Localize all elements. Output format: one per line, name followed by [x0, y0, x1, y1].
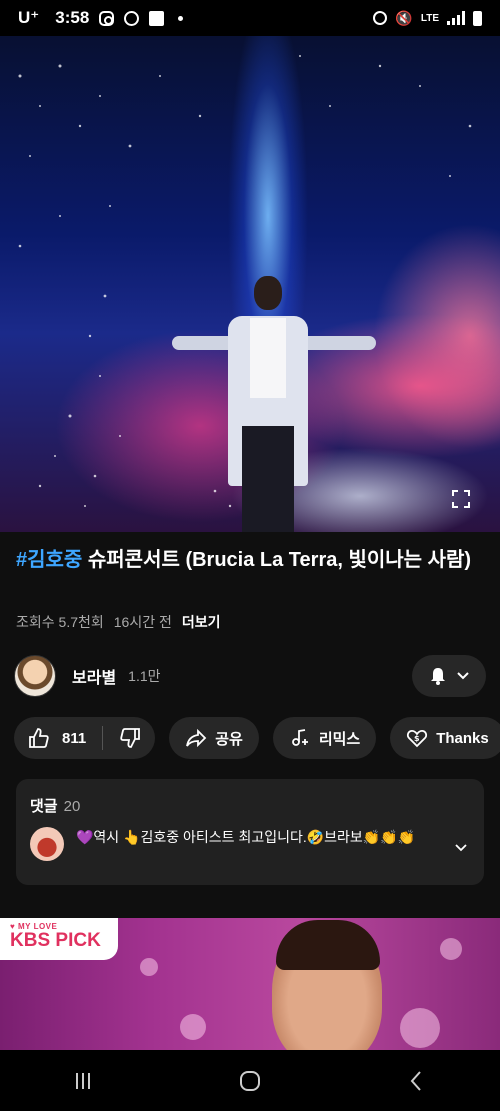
home-icon — [239, 1070, 260, 1091]
thanks-button[interactable]: $ Thanks — [390, 717, 500, 759]
action-row: 811 공유 리믹스 $ Thanks — [14, 717, 500, 759]
channel-name[interactable]: 보라별 — [72, 664, 116, 688]
recent-apps-button[interactable] — [63, 1061, 103, 1101]
remix-label: 리믹스 — [318, 730, 361, 748]
remix-icon — [291, 729, 308, 746]
fullscreen-icon — [452, 490, 470, 508]
remix-button[interactable]: 리믹스 — [272, 717, 377, 759]
expand-comments-icon[interactable] — [454, 841, 468, 855]
comments-title: 댓글 — [30, 798, 58, 815]
thumbs-up-icon — [29, 728, 49, 748]
status-left: U⁺ 3:58 — [18, 8, 184, 28]
upload-age: 16시간 전 — [113, 614, 172, 630]
svg-text:$: $ — [414, 734, 420, 743]
thumbs-down-icon — [120, 728, 141, 748]
alarm-icon — [373, 11, 388, 25]
system-nav-bar — [0, 1050, 500, 1111]
title-hashtag-link[interactable]: #김호중 — [16, 549, 82, 571]
performer-figure — [228, 276, 308, 532]
comments-header: 댓글 20 — [30, 795, 80, 816]
signal-icon — [447, 11, 465, 25]
video-title[interactable]: #김호중 슈퍼콘서트 (Brucia La Terra, 빛이나는 사람) — [16, 546, 486, 575]
share-button[interactable]: 공유 — [169, 717, 259, 759]
home-button[interactable] — [230, 1061, 270, 1101]
chevron-down-icon — [457, 672, 469, 680]
channel-avatar[interactable] — [14, 655, 56, 697]
recommended-video-thumbnail[interactable]: ♥ MY LOVE KBS PICK — [0, 918, 500, 1050]
more-notifications-icon — [178, 15, 184, 21]
performer-left-arm — [172, 336, 236, 350]
status-bar: U⁺ 3:58 🔇 LTE — [0, 0, 500, 36]
share-icon — [186, 728, 207, 748]
back-button[interactable] — [397, 1061, 437, 1101]
clock: 3:58 — [55, 8, 90, 27]
network-label: LTE — [420, 12, 439, 24]
dislike-button[interactable] — [119, 727, 141, 749]
kbs-badge-main-text: KBS PICK — [10, 930, 101, 951]
thanks-heart-icon: $ — [407, 730, 428, 748]
thanks-label: Thanks — [436, 729, 489, 747]
more-button[interactable]: 더보기 — [182, 612, 221, 632]
like-count: 811 — [62, 729, 87, 747]
view-count: 조회수 5.7천회 — [16, 614, 104, 630]
gallery-icon — [149, 10, 165, 26]
title-text: 슈퍼콘서트 (Brucia La Terra, 빛이나는 사람) — [82, 549, 472, 571]
back-icon — [410, 1070, 421, 1091]
subscriber-count: 1.1만 — [128, 668, 161, 684]
instagram-icon — [99, 10, 115, 26]
commenter-avatar — [30, 827, 64, 861]
notification-bell-button[interactable] — [412, 655, 486, 697]
share-label: 공유 — [215, 730, 243, 748]
carrier-label: U⁺ — [18, 8, 40, 27]
top-comment-text: 💜역시 👆김호중 아티스트 최고입니다.🤣브라보👏👏👏 — [76, 829, 416, 845]
kbs-pick-badge: ♥ MY LOVE KBS PICK — [0, 918, 118, 960]
performer-right-arm — [300, 336, 376, 350]
thumbnail-hair — [276, 920, 380, 970]
bell-icon — [431, 668, 445, 685]
fullscreen-button[interactable] — [452, 490, 470, 508]
battery-icon — [473, 10, 482, 26]
status-right: 🔇 LTE — [373, 10, 482, 27]
recent-apps-icon — [76, 1072, 91, 1089]
bokeh-light — [140, 958, 158, 976]
like-button[interactable]: 811 — [28, 727, 86, 749]
bokeh-light — [400, 1008, 440, 1048]
video-meta: 조회수 5.7천회 16시간 전 더보기 — [16, 612, 221, 632]
like-divider — [102, 726, 104, 750]
like-dislike-pill: 811 — [14, 717, 156, 759]
bokeh-light — [180, 1014, 206, 1040]
comments-count: 20 — [63, 798, 81, 815]
video-player[interactable] — [0, 36, 500, 532]
channel-row: 보라별 1.1만 — [14, 654, 486, 698]
bokeh-light — [440, 938, 462, 960]
comments-panel[interactable]: 댓글 20 💜역시 👆김호중 아티스트 최고입니다.🤣브라보👏👏👏 — [16, 779, 484, 885]
band-icon — [124, 10, 140, 26]
mute-icon: 🔇 — [395, 9, 413, 26]
